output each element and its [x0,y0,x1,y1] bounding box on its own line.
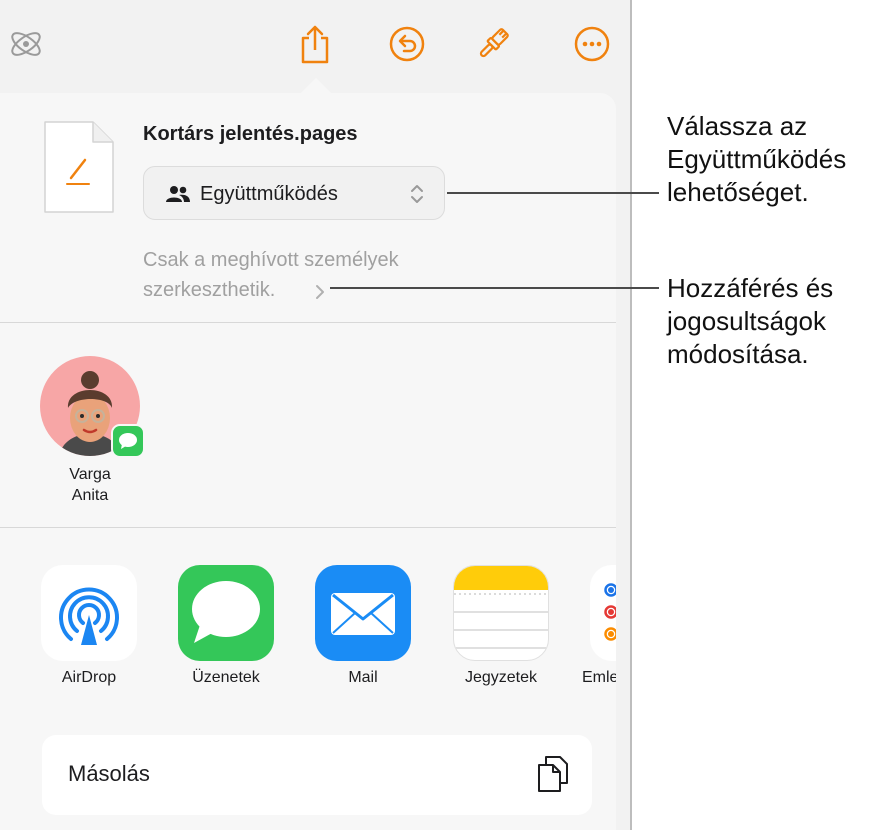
callout-collaboration-line: Együttműködés [667,144,847,174]
file-title: Kortárs jelentés.pages [143,123,358,145]
mail-icon[interactable] [315,565,411,661]
divider [0,527,616,528]
callout-access-line: módosítása. [667,339,809,369]
popover-arrow [300,78,332,94]
chevron-up-down-icon [410,183,424,210]
chevron-right-icon [315,279,325,309]
callout-leader-access [330,287,659,289]
callout-access-line: Hozzáférés és [667,273,834,303]
messages-icon[interactable] [178,565,274,661]
messages-badge-icon [111,424,145,458]
callout-collaboration: Válassza az Együttműködés lehetőséget. [667,110,846,209]
callout-collaboration-line: lehetőséget. [667,177,809,207]
contact-name: Varga Anita [40,464,140,506]
app-label-messages: Üzenetek [192,669,260,686]
share-icon[interactable] [293,22,337,66]
contact-last-name: Anita [71,487,109,504]
app-label-mail: Mail [348,669,378,686]
collaboration-mode-select[interactable]: Együttműködés [143,166,445,220]
notes-icon[interactable] [453,565,549,661]
collaboration-mode-label: Együttműködés [200,183,338,205]
people-icon [166,184,190,209]
magic-wand-icon[interactable] [4,22,48,66]
callout-access-line: jogosultságok [667,306,826,336]
app-label-reminders: Emle [582,669,616,686]
ipad-screen: Kortárs jelentés.pages Együttműködés Csa… [0,0,632,830]
more-icon[interactable] [570,22,614,66]
reminders-icon[interactable] [590,565,616,661]
callout-access: Hozzáférés és jogosultságok módosítása. [667,272,833,371]
copy-action[interactable]: Másolás [42,735,592,815]
document-thumbnail [43,120,115,214]
contact-first-name: Varga [69,466,111,483]
airdrop-icon[interactable] [41,565,137,661]
callout-leader-collaboration [447,192,659,194]
access-note-text: Csak a meghívott személyek szerkesztheti… [143,249,399,301]
toolbar [0,0,630,82]
copy-icon [536,753,570,800]
access-permissions-link[interactable]: Csak a meghívott személyek szerkesztheti… [143,245,473,305]
app-label-airdrop: AirDrop [61,669,117,686]
callout-collaboration-line: Válassza az [667,111,808,141]
copy-label: Másolás [68,761,150,786]
app-label-notes: Jegyzetek [464,669,538,686]
paintbrush-icon[interactable] [471,22,515,66]
divider [0,322,616,323]
undo-icon[interactable] [385,22,429,66]
